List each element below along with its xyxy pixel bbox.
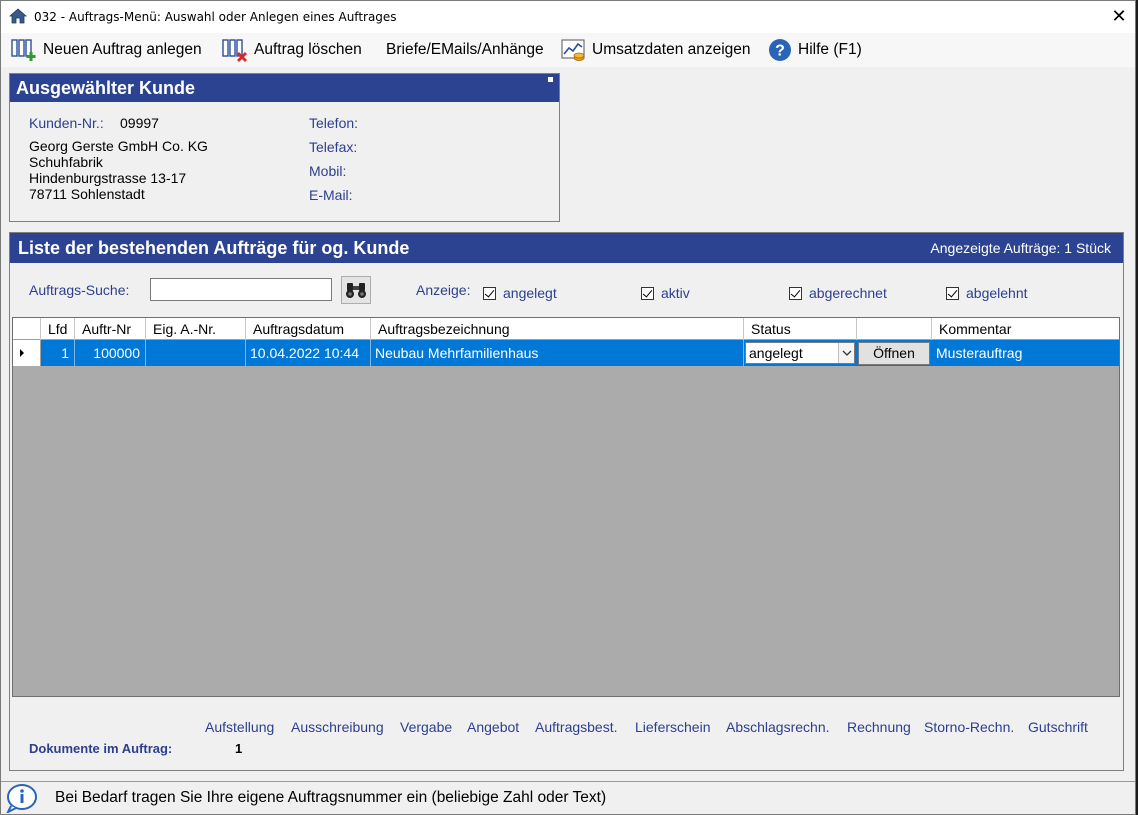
row-selector-header <box>13 318 41 340</box>
info-icon <box>6 784 37 813</box>
chevron-down-icon[interactable] <box>838 343 854 363</box>
current-row-arrow-icon <box>20 349 24 357</box>
checkbox-checked-icon <box>483 286 496 300</box>
doc-link-auftragsbest[interactable]: Auftragsbest. <box>535 719 618 735</box>
doc-link-vergabe[interactable]: Vergabe <box>400 719 452 735</box>
help-label: Hilfe (F1) <box>798 41 862 58</box>
customer-city: 78711 Sohlenstadt <box>29 186 145 202</box>
sales-data-button[interactable]: Umsatzdaten anzeigen <box>561 36 751 64</box>
documents-count-label: Dokumente im Auftrag: <box>29 741 173 756</box>
order-menu-window: 032 - Auftrags-Menü: Auswahl oder Anlege… <box>0 0 1136 815</box>
orders-panel: Liste der bestehenden Aufträge für og. K… <box>9 232 1124 771</box>
filter-abgerechnet-label: abgerechnet <box>809 285 887 301</box>
help-icon: ? <box>769 39 791 61</box>
table-row[interactable]: 1 100000 10.04.2022 10:44 Neubau Mehrfam… <box>41 340 1119 366</box>
doc-link-abschlagsrechn[interactable]: Abschlagsrechn. <box>726 719 830 735</box>
col-lfd-header[interactable]: Lfd <box>41 318 75 340</box>
order-search-label: Auftrags-Suche: <box>29 282 130 298</box>
col-open-header <box>857 318 932 340</box>
letters-emails-button[interactable]: Briefe/EMails/Anhänge <box>386 36 544 64</box>
orders-count: Angezeigte Aufträge: 1 Stück <box>930 240 1111 256</box>
customer-panel-title: Ausgewählter Kunde <box>16 78 196 98</box>
filter-aktiv-label: aktiv <box>661 285 690 301</box>
delete-order-label: Auftrag löschen <box>254 41 362 58</box>
cell-order-date: 10.04.2022 10:44 <box>246 340 371 366</box>
svg-text:?: ? <box>775 43 785 60</box>
checkbox-checked-icon <box>789 286 802 300</box>
binoculars-icon <box>346 283 366 298</box>
doc-link-lieferschein[interactable]: Lieferschein <box>635 719 711 735</box>
window-title: 032 - Auftrags-Menü: Auswahl oder Anlege… <box>34 10 397 24</box>
customer-panel: Ausgewählter Kunde Kunden-Nr.: 09997 Geo… <box>9 73 560 222</box>
customer-name: Georg Gerste GmbH Co. KG <box>29 138 208 154</box>
filter-angelegt-checkbox[interactable]: angelegt <box>483 285 557 301</box>
customer-number-label: Kunden-Nr.: <box>29 115 104 131</box>
letters-emails-label: Briefe/EMails/Anhänge <box>386 41 544 58</box>
filter-abgerechnet-checkbox[interactable]: abgerechnet <box>789 285 887 301</box>
close-button[interactable]: ✕ <box>1103 1 1135 33</box>
col-status-header[interactable]: Status <box>744 318 857 340</box>
doc-link-rechnung[interactable]: Rechnung <box>847 719 911 735</box>
col-own-number-header[interactable]: Eig. A.-Nr. <box>146 318 246 340</box>
filter-angelegt-label: angelegt <box>503 285 557 301</box>
col-description-header[interactable]: Auftragsbezeichnung <box>371 318 744 340</box>
customer-line2: Schuhfabrik <box>29 154 103 170</box>
title-bar: 032 - Auftrags-Menü: Auswahl oder Anlege… <box>1 1 1135 33</box>
fax-label: Telefax: <box>309 139 358 155</box>
customer-number: 09997 <box>120 115 159 131</box>
filter-abgelehnt-label: abgelehnt <box>966 285 1028 301</box>
doc-link-angebot[interactable]: Angebot <box>467 719 519 735</box>
doc-link-ausschreibung[interactable]: Ausschreibung <box>291 719 384 735</box>
phone-label: Telefon: <box>309 115 359 131</box>
doc-link-gutschrift[interactable]: Gutschrift <box>1028 719 1088 735</box>
documents-count: 1 <box>235 741 243 756</box>
status-value: angelegt <box>749 345 803 361</box>
toolbar: Neuen Auftrag anlegen Auftrag löschen Br… <box>1 33 1135 67</box>
open-order-button[interactable]: Öffnen <box>858 342 930 365</box>
mobile-label: Mobil: <box>309 163 347 179</box>
chart-icon <box>561 39 585 61</box>
doc-link-aufstellung[interactable]: Aufstellung <box>205 719 274 735</box>
filter-abgelehnt-checkbox[interactable]: abgelehnt <box>946 285 1028 301</box>
status-dropdown[interactable]: angelegt <box>745 342 855 364</box>
filter-aktiv-checkbox[interactable]: aktiv <box>641 285 690 301</box>
display-label: Anzeige: <box>416 282 471 298</box>
cell-description: Neubau Mehrfamilienhaus <box>371 340 744 366</box>
orders-grid[interactable]: Lfd Auftr-Nr Eig. A.-Nr. Auftragsdatum A… <box>12 317 1120 697</box>
checkbox-checked-icon <box>946 286 959 300</box>
cell-comment: Musterauftrag <box>936 345 1023 361</box>
col-comment-header[interactable]: Kommentar <box>932 318 1119 340</box>
status-bar: Bei Bedarf tragen Sie Ihre eigene Auftra… <box>1 781 1135 814</box>
help-button[interactable]: ? Hilfe (F1) <box>768 36 862 64</box>
order-search-input[interactable] <box>150 278 332 301</box>
cell-order-number: 100000 <box>75 340 146 366</box>
orders-panel-title: Liste der bestehenden Aufträge für og. K… <box>18 238 410 258</box>
grid-header: Lfd Auftr-Nr Eig. A.-Nr. Auftragsdatum A… <box>13 318 1119 340</box>
cell-own-number[interactable] <box>146 340 246 366</box>
customer-address: Georg Gerste GmbH Co. KG Schuhfabrik Hin… <box>29 138 208 202</box>
delete-order-button[interactable]: Auftrag löschen <box>222 36 362 64</box>
cell-lfd: 1 <box>41 340 75 366</box>
customer-panel-header: Ausgewählter Kunde <box>10 74 559 102</box>
home-icon <box>9 8 27 24</box>
customer-street: Hindenburgstrasse 13-17 <box>29 170 187 186</box>
col-order-date-header[interactable]: Auftragsdatum <box>246 318 371 340</box>
doc-link-storno-rechn[interactable]: Storno-Rechn. <box>924 719 1014 735</box>
checkbox-checked-icon <box>641 286 654 300</box>
col-order-number-header[interactable]: Auftr-Nr <box>75 318 146 340</box>
orders-panel-header: Liste der bestehenden Aufträge für og. K… <box>10 233 1123 263</box>
new-order-label: Neuen Auftrag anlegen <box>43 41 202 58</box>
row-selector[interactable] <box>13 340 41 366</box>
delete-order-icon <box>222 39 247 62</box>
sales-data-label: Umsatzdaten anzeigen <box>592 41 751 58</box>
search-button[interactable] <box>341 276 371 304</box>
minimize-icon[interactable] <box>548 77 553 82</box>
email-label: E-Mail: <box>309 187 353 203</box>
new-order-button[interactable]: Neuen Auftrag anlegen <box>11 36 202 64</box>
status-hint: Bei Bedarf tragen Sie Ihre eigene Auftra… <box>55 789 607 806</box>
new-order-icon <box>11 39 36 61</box>
